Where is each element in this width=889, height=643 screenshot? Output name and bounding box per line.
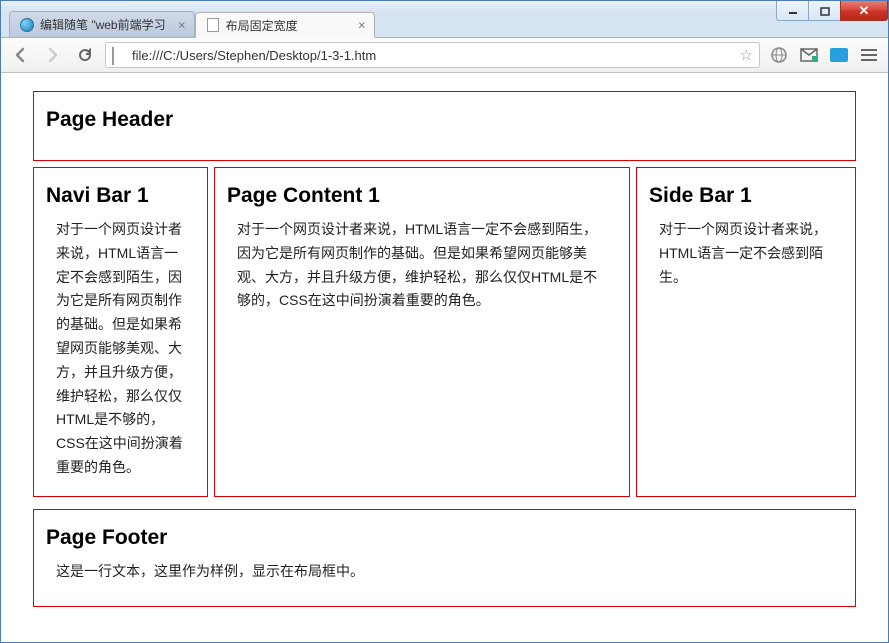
tab-strip: 编辑随笔 "web前端学习 × 布局固定宽度 × — [1, 11, 888, 37]
reload-icon — [76, 46, 94, 64]
sidebar-text: 对于一个网页设计者来说，HTML语言一定不会感到陌生。 — [649, 218, 839, 289]
maximize-icon — [820, 6, 830, 16]
tab-close-button[interactable]: × — [178, 17, 186, 32]
back-icon — [12, 46, 30, 64]
url-input[interactable] — [132, 48, 734, 63]
hamburger-icon — [861, 49, 877, 61]
window-controls: ✕ — [776, 1, 888, 21]
extension-icon[interactable] — [828, 44, 850, 66]
navi-bar-box: Navi Bar 1 对于一个网页设计者来说，HTML语言一定不会感到陌生，因为… — [33, 167, 208, 497]
sidebar-title: Side Bar 1 — [649, 184, 839, 208]
favicon-icon — [20, 18, 34, 32]
minimize-icon — [788, 6, 798, 16]
navi-text: 对于一个网页设计者来说，HTML语言一定不会感到陌生，因为它是所有网页制作的基础… — [46, 218, 191, 480]
browser-window: ✕ 编辑随笔 "web前端学习 × 布局固定宽度 × ☆ — [0, 0, 889, 643]
close-window-button[interactable]: ✕ — [840, 1, 888, 21]
side-bar-box: Side Bar 1 对于一个网页设计者来说，HTML语言一定不会感到陌生。 — [636, 167, 856, 497]
page-viewport: Page Header Navi Bar 1 对于一个网页设计者来说，HTML语… — [1, 73, 888, 642]
tab-title: 布局固定宽度 — [226, 17, 298, 34]
reload-button[interactable] — [73, 43, 97, 67]
forward-button[interactable] — [41, 43, 65, 67]
tab-title: 编辑随笔 "web前端学习 — [40, 16, 166, 33]
mail-icon[interactable] — [798, 44, 820, 66]
page-icon — [112, 48, 126, 62]
menu-button[interactable] — [858, 44, 880, 66]
address-bar[interactable]: ☆ — [105, 42, 760, 68]
content-text: 对于一个网页设计者来说，HTML语言一定不会感到陌生，因为它是所有网页制作的基础… — [227, 218, 613, 313]
bookmark-star-icon[interactable]: ☆ — [740, 46, 753, 64]
browser-tab-inactive[interactable]: 编辑随笔 "web前端学习 × — [9, 11, 195, 37]
back-button[interactable] — [9, 43, 33, 67]
page-header-box: Page Header — [33, 91, 856, 161]
browser-tab-active[interactable]: 布局固定宽度 × — [195, 12, 375, 38]
favicon-icon — [206, 18, 220, 32]
tab-close-button[interactable]: × — [358, 18, 366, 33]
page-content-box: Page Content 1 对于一个网页设计者来说，HTML语言一定不会感到陌… — [214, 167, 630, 497]
navi-title: Navi Bar 1 — [46, 184, 191, 208]
close-icon: ✕ — [859, 3, 870, 19]
page-body: Page Header Navi Bar 1 对于一个网页设计者来说，HTML语… — [1, 73, 888, 631]
page-footer-box: Page Footer 这是一行文本，这里作为样例，显示在布局框中。 — [33, 509, 856, 607]
content-title: Page Content 1 — [227, 184, 613, 208]
columns-row: Navi Bar 1 对于一个网页设计者来说，HTML语言一定不会感到陌生，因为… — [33, 167, 856, 503]
maximize-button[interactable] — [808, 1, 840, 21]
page-header-title: Page Header — [46, 108, 839, 132]
footer-text: 这是一行文本，这里作为样例，显示在布局框中。 — [46, 560, 839, 590]
forward-icon — [44, 46, 62, 64]
minimize-button[interactable] — [776, 1, 808, 21]
globe-icon[interactable] — [768, 44, 790, 66]
footer-title: Page Footer — [46, 526, 839, 550]
browser-toolbar: ☆ — [1, 37, 888, 73]
